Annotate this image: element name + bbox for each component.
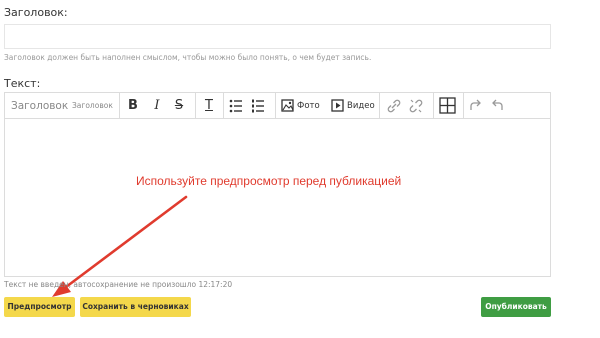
preview-button[interactable]: Предпросмотр — [4, 297, 75, 317]
annotation-text: Используйте предпросмотр перед публикаци… — [136, 174, 402, 188]
autosave-status: Текст не введен, автосохранение не произ… — [4, 280, 233, 289]
publish-button[interactable]: Опубликовать — [481, 297, 551, 317]
save-draft-button[interactable]: Сохранить в черновиках — [80, 297, 191, 317]
